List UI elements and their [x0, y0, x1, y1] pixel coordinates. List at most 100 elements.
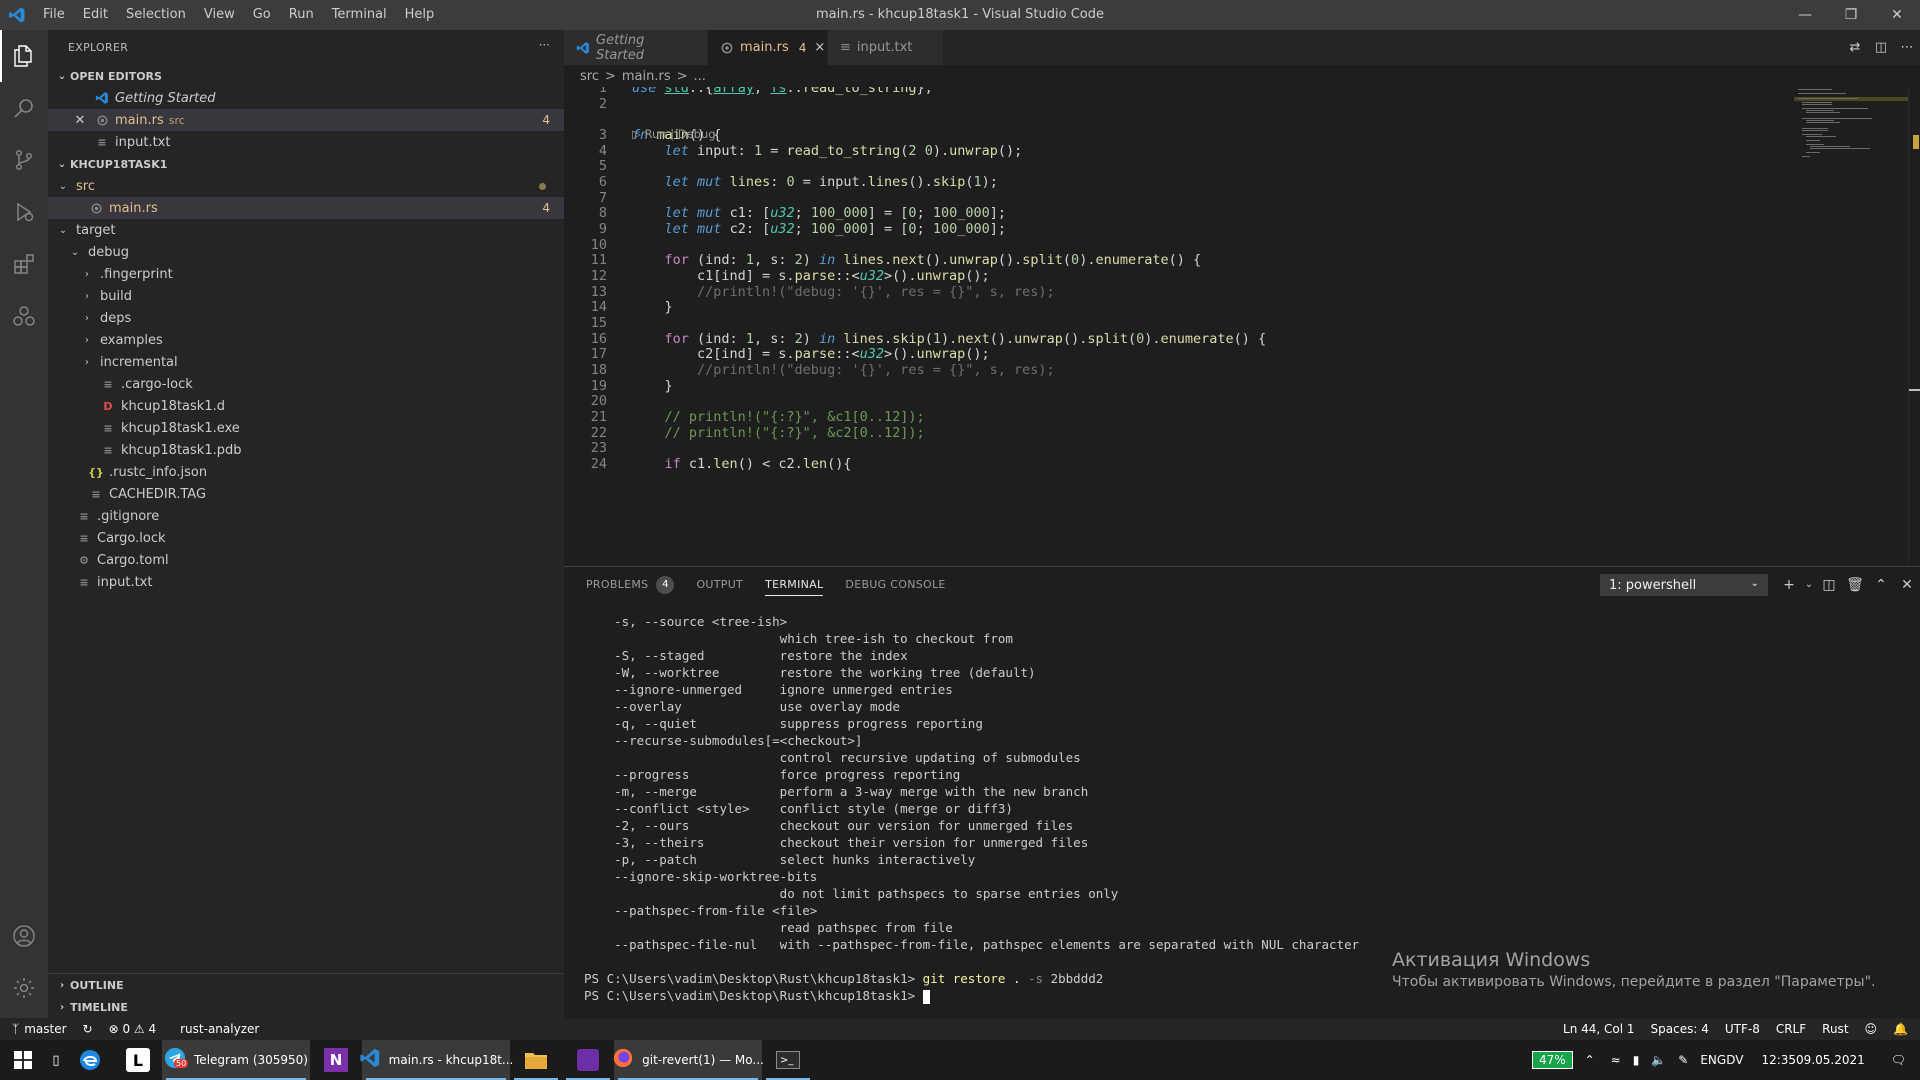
sync-icon[interactable]: ↻: [75, 1018, 101, 1040]
tree-file[interactable]: ≡ .gitignore: [48, 505, 564, 527]
breadcrumb-main-rs[interactable]: main.rs: [622, 69, 671, 84]
taskbar-firefox[interactable]: git-revert(1) — Mo...: [613, 1040, 764, 1080]
input-language[interactable]: ENG DV: [1694, 1053, 1749, 1068]
clock[interactable]: 12:35 09.05.2021: [1749, 1053, 1876, 1068]
tree-file[interactable]: ⚙ Cargo.toml: [48, 549, 564, 571]
line-ending[interactable]: CRLF: [1768, 1018, 1814, 1040]
menu-run[interactable]: Run: [280, 0, 323, 30]
chevron-down-icon[interactable]: ⌄: [1802, 579, 1816, 590]
settings-gear-icon[interactable]: [0, 962, 48, 1014]
menu-help[interactable]: Help: [396, 0, 444, 30]
tree-folder[interactable]: ⌄ debug: [48, 241, 564, 263]
terminal-output[interactable]: -s, --source <tree-ish> which tree-ish t…: [584, 613, 1904, 1004]
open-editor-item[interactable]: ≡ input.txt: [48, 131, 564, 153]
tree-file[interactable]: ≡ .cargo-lock: [48, 373, 564, 395]
lingualeo-icon[interactable]: L: [114, 1040, 162, 1080]
account-icon[interactable]: [0, 910, 48, 962]
close-panel-icon[interactable]: ✕: [1894, 577, 1920, 593]
trash-icon[interactable]: 🗑: [1842, 577, 1868, 593]
notification-center-icon[interactable]: 🗨: [1877, 1053, 1920, 1067]
explorer-files-icon[interactable]: [0, 30, 48, 82]
cursor-position[interactable]: Ln 44, Col 1: [1555, 1018, 1643, 1040]
tree-file[interactable]: Dkhcup18task1.d: [48, 395, 564, 417]
open-editors-section[interactable]: ⌄ OPEN EDITORS: [48, 65, 564, 87]
tab-debug-console[interactable]: DEBUG CONSOLE: [845, 567, 945, 602]
edge-icon[interactable]: [66, 1040, 114, 1080]
rust-analyzer-status[interactable]: rust-analyzer: [172, 1018, 267, 1040]
minimap[interactable]: [1794, 87, 1908, 177]
onenote-icon[interactable]: N: [310, 1040, 362, 1080]
tree-file[interactable]: ≡ khcup18task1.pdb: [48, 439, 564, 461]
tree-folder[interactable]: › .fingerprint: [48, 263, 564, 285]
restore-icon[interactable]: ❐: [1828, 0, 1874, 30]
tab-main-rs[interactable]: main.rs 4 ×: [708, 30, 828, 65]
breadcrumb-symbol[interactable]: ...: [694, 69, 706, 84]
tab-terminal[interactable]: TERMINAL: [765, 567, 824, 602]
volume-icon[interactable]: 🔈: [1645, 1053, 1672, 1067]
more-actions-icon[interactable]: ⋯: [539, 38, 550, 51]
close-icon[interactable]: ✕: [72, 113, 88, 128]
open-editor-item[interactable]: ✕ main.rs src 4: [48, 109, 564, 131]
language-mode[interactable]: Rust: [1814, 1018, 1856, 1040]
minimize-icon[interactable]: —: [1782, 0, 1828, 30]
taskbar-vscode[interactable]: main.rs - khcup18t...: [360, 1040, 513, 1080]
open-editor-item[interactable]: Getting Started: [48, 87, 564, 109]
remote-explorer-icon[interactable]: [0, 290, 48, 342]
branch-status[interactable]: ᛉ master: [0, 1018, 75, 1040]
tree-file[interactable]: ≡ CACHEDIR.TAG: [48, 483, 564, 505]
battery-icon[interactable]: ▮: [1627, 1053, 1646, 1067]
code-editor[interactable]: 1 use std::{array, fs::read_to_string}; 2 3…: [564, 87, 1920, 566]
code-line[interactable]: 24 if c1.len() < c2.len(){: [564, 455, 852, 474]
tree-folder[interactable]: › build: [48, 285, 564, 307]
breadcrumb-src[interactable]: src: [580, 69, 599, 84]
pen-icon[interactable]: ✎: [1672, 1053, 1694, 1067]
tree-file[interactable]: main.rs 4: [48, 197, 564, 219]
file-explorer-icon[interactable]: [510, 1040, 562, 1080]
close-window-icon[interactable]: ✕: [1874, 0, 1920, 30]
split-terminal-icon[interactable]: ◫: [1816, 577, 1842, 593]
tree-file[interactable]: ≡ Cargo.lock: [48, 527, 564, 549]
tree-folder[interactable]: › deps: [48, 307, 564, 329]
menu-go[interactable]: Go: [244, 0, 280, 30]
tree-file[interactable]: ≡ khcup18task1.exe: [48, 417, 564, 439]
feedback-icon[interactable]: ☺: [1857, 1018, 1886, 1040]
tree-file[interactable]: ≡ input.txt: [48, 571, 564, 593]
menu-edit[interactable]: Edit: [74, 0, 117, 30]
source-control-icon[interactable]: [0, 134, 48, 186]
run-debug-icon[interactable]: [0, 186, 48, 238]
new-terminal-icon[interactable]: +: [1776, 577, 1802, 593]
terminal-select[interactable]: 1: powershell ⌄: [1600, 574, 1768, 596]
split-editor-icon[interactable]: ◫: [1868, 40, 1894, 55]
tab-output[interactable]: OUTPUT: [696, 567, 743, 602]
network-wifi-icon[interactable]: ≈: [1605, 1053, 1627, 1067]
encoding[interactable]: UTF-8: [1717, 1018, 1768, 1040]
battery-indicator[interactable]: 47%: [1526, 1051, 1579, 1069]
menu-selection[interactable]: Selection: [117, 0, 195, 30]
app-icon[interactable]: [562, 1040, 614, 1080]
indentation[interactable]: Spaces: 4: [1643, 1018, 1717, 1040]
menu-file[interactable]: File: [34, 0, 74, 30]
menu-view[interactable]: View: [195, 0, 244, 30]
taskbar-telegram[interactable]: 50 Telegram (305950): [162, 1040, 310, 1080]
extensions-icon[interactable]: [0, 238, 48, 290]
run-debug-codelens[interactable]: ▷ Run | Debug: [632, 125, 716, 144]
tab-getting-started[interactable]: Getting Started: [564, 30, 708, 65]
more-actions-icon[interactable]: ⋯: [1894, 40, 1920, 55]
maximize-panel-icon[interactable]: ⌃: [1868, 577, 1894, 593]
windows-start-icon[interactable]: [0, 1040, 46, 1080]
menu-terminal[interactable]: Terminal: [323, 0, 396, 30]
tree-folder[interactable]: ⌄ src: [48, 175, 564, 197]
search-icon[interactable]: [0, 82, 48, 134]
tree-folder[interactable]: › examples: [48, 329, 564, 351]
task-view-icon[interactable]: ▯: [46, 1040, 66, 1080]
problems-status[interactable]: ⊗ 0 ⚠ 4: [101, 1018, 165, 1040]
tree-folder[interactable]: ⌄ target: [48, 219, 564, 241]
tree-file[interactable]: {} .rustc_info.json: [48, 461, 564, 483]
code-line[interactable]: 2: [564, 95, 607, 114]
tree-folder[interactable]: › incremental: [48, 351, 564, 373]
tray-hidden-icons-chevron-up-icon[interactable]: ⌃: [1579, 1053, 1605, 1067]
tab-input-txt[interactable]: ≡ input.txt: [828, 30, 944, 65]
timeline-section[interactable]: › TIMELINE: [48, 996, 564, 1018]
workspace-section[interactable]: ⌄ KHCUP18TASK1: [48, 153, 564, 175]
notifications-bell-icon[interactable]: 🔔: [1885, 1018, 1920, 1040]
